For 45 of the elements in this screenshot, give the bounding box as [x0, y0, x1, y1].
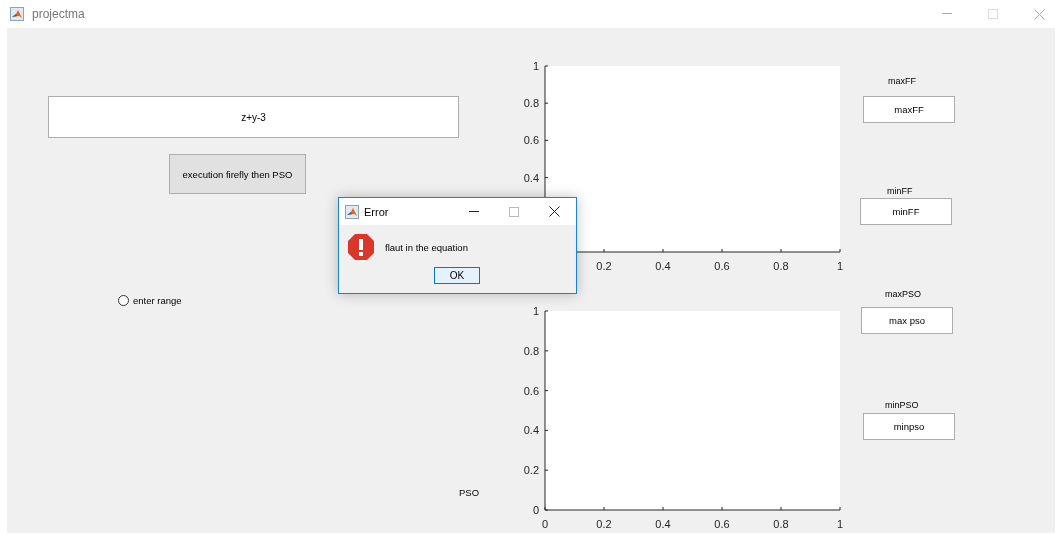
error-icon [347, 233, 375, 261]
minimize-icon[interactable] [469, 210, 479, 213]
equation-field[interactable]: z+y-3 [48, 96, 459, 138]
dialog-title: Error [364, 205, 389, 218]
run-button[interactable]: execution firefly then PSO [169, 154, 306, 194]
error-message: flaut in the equation [385, 241, 468, 253]
result-field[interactable]: maxFF [863, 96, 955, 123]
x-tick-label: 0.4 [655, 260, 671, 272]
y-tick-label: 0.4 [523, 171, 539, 184]
window-title: projectma [32, 7, 85, 21]
x-tick-label: 0.2 [596, 260, 612, 272]
ok-button[interactable]: OK [434, 267, 480, 284]
result-label: maxFF [888, 76, 917, 86]
result-label: minPSO [885, 400, 920, 410]
y-tick-label: 1 [532, 305, 539, 317]
x-tick-label: 0.8 [773, 518, 789, 530]
y-tick-label: 0.8 [523, 97, 539, 110]
y-tick-label: 0.2 [523, 464, 539, 477]
radio-button[interactable] [118, 295, 129, 306]
x-tick-label: 0.4 [655, 518, 671, 530]
x-tick-label: 1 [836, 518, 844, 530]
y-tick-label: 0.6 [523, 384, 539, 397]
maximize-icon[interactable] [988, 9, 998, 19]
pso-label: PSO [459, 487, 480, 498]
close-icon[interactable] [549, 206, 560, 217]
y-tick-label: 0.6 [523, 134, 539, 147]
result-field[interactable]: max pso [861, 307, 953, 334]
app-icon [10, 7, 24, 21]
result-field[interactable]: minFF [860, 198, 952, 225]
x-tick-label: 0.8 [773, 260, 789, 272]
y-tick-label: 0.4 [523, 424, 539, 437]
x-tick-label: 0.6 [714, 518, 730, 530]
x-tick-label: 1 [836, 260, 844, 272]
y-tick-label: 0.8 [523, 344, 539, 357]
y-tick-label: 0 [532, 504, 539, 516]
x-tick-label: 0 [541, 518, 549, 530]
x-tick-label: 0.6 [714, 260, 730, 272]
app-icon [345, 204, 359, 219]
maximize-icon[interactable] [509, 206, 519, 217]
x-tick-label: 0.2 [596, 518, 612, 530]
result-label: maxPSO [885, 289, 922, 299]
radio-label: enter range [133, 295, 182, 306]
y-tick-label: 1 [532, 60, 539, 72]
result-field[interactable]: minpso [863, 413, 955, 440]
result-label: minFF [887, 186, 914, 196]
